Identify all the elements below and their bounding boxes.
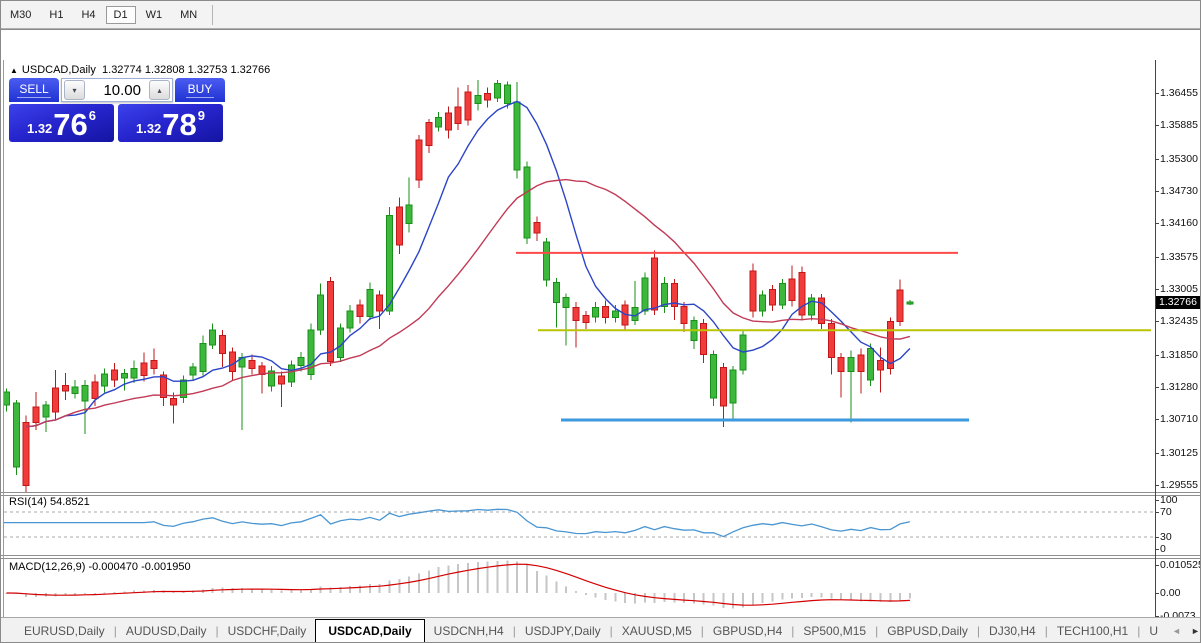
rsi-axis-label: 70	[1160, 506, 1172, 518]
rsi-indicator-chart[interactable]	[4, 494, 1155, 555]
price-axis-tick	[1155, 419, 1159, 420]
macd-axis-tick	[1155, 593, 1159, 594]
price-axis-label: 1.36455	[1160, 87, 1198, 99]
price-axis-tick	[1155, 159, 1159, 160]
rsi-line	[4, 509, 910, 536]
price-axis-tick	[1155, 223, 1159, 224]
price-axis-tick	[1155, 453, 1159, 454]
price-axis-tick	[1155, 125, 1159, 126]
symbol-tab-dj30[interactable]: DJ30,H4	[980, 621, 1045, 641]
chart-left-border	[3, 60, 4, 622]
price-axis-tick	[1155, 289, 1159, 290]
rsi-axis-tick	[1155, 512, 1159, 513]
scroll-right-icon[interactable]: ►	[1186, 624, 1201, 638]
symbol-tab-sp500[interactable]: SP500,M15	[794, 621, 875, 641]
rsi-axis-tick	[1155, 500, 1159, 501]
tab-scroll-arrows: ◄►	[1167, 624, 1201, 638]
current-price-tag: 1.32766	[1156, 296, 1201, 309]
price-axis-tick	[1155, 355, 1159, 356]
panel-separator[interactable]	[1, 492, 1201, 493]
rsi-axis-tick	[1155, 537, 1159, 538]
ma-slow-line	[26, 180, 910, 427]
price-axis-label: 1.35885	[1160, 119, 1198, 131]
price-axis-label: 1.34730	[1160, 185, 1198, 197]
macd-axis-label: 0.00	[1160, 587, 1180, 599]
macd-indicator-chart[interactable]	[4, 559, 1155, 622]
rsi-axis-label: 100	[1160, 494, 1178, 506]
ma-fast-line	[26, 101, 910, 427]
panel-separator	[1, 558, 1201, 559]
price-axis-label: 1.32435	[1160, 315, 1198, 327]
toolbar-divider	[212, 5, 213, 25]
price-axis-label: 1.30125	[1160, 447, 1198, 459]
symbol-tab-xauusd[interactable]: XAUUSD,M5	[613, 621, 701, 641]
timeframe-button-w1[interactable]: W1	[138, 6, 171, 24]
price-axis-label: 1.35300	[1160, 153, 1198, 165]
macd-axis-label: 0.010525	[1160, 559, 1201, 571]
price-axis-label: 1.30710	[1160, 413, 1198, 425]
price-axis-tick	[1155, 485, 1159, 486]
price-axis-tick	[1155, 191, 1159, 192]
trading-platform-window: M30H1H4D1W1MN ▲USDCAD,Daily 1.32774 1.32…	[0, 0, 1201, 643]
symbol-tab-gbpusd[interactable]: GBPUSD,Daily	[878, 621, 977, 641]
price-axis-tick	[1155, 257, 1159, 258]
timeframe-button-m30[interactable]: M30	[2, 6, 39, 24]
price-axis-label: 1.29555	[1160, 479, 1198, 491]
main-price-chart[interactable]	[4, 60, 1155, 492]
price-axis-label: 1.31850	[1160, 349, 1198, 361]
symbol-tab-gbpusd[interactable]: GBPUSD,H4	[704, 621, 791, 641]
price-axis-tick	[1155, 93, 1159, 94]
symbol-tab-usdcad[interactable]: USDCAD,Daily	[315, 619, 424, 643]
timeframe-button-h1[interactable]: H1	[41, 6, 71, 24]
symbol-tab-audusd[interactable]: AUDUSD,Daily	[117, 621, 216, 641]
panel-separator[interactable]	[1, 555, 1201, 556]
panel-separator	[1, 495, 1201, 496]
price-axis-label: 1.33575	[1160, 251, 1198, 263]
timeframe-button-d1[interactable]: D1	[106, 6, 136, 24]
timeframe-button-h4[interactable]: H4	[73, 6, 103, 24]
macd-histogram	[6, 561, 911, 609]
price-axis-tick	[1155, 387, 1159, 388]
symbol-tab-bar: EURUSD,Daily|AUDUSD,Daily|USDCHF,DailyUS…	[1, 617, 1201, 643]
chart-window: ▲USDCAD,Daily 1.32774 1.32808 1.32753 1.…	[1, 29, 1201, 617]
macd-axis-tick	[1155, 565, 1159, 566]
symbol-tab-u[interactable]: U	[1140, 621, 1167, 641]
symbol-tab-usdcnh[interactable]: USDCNH,H4	[425, 621, 513, 641]
symbol-tab-usdjpy[interactable]: USDJPY,Daily	[516, 621, 610, 641]
timeframe-button-mn[interactable]: MN	[172, 6, 205, 24]
price-axis-label: 1.33005	[1160, 283, 1198, 295]
candlestick-series	[4, 80, 913, 492]
price-axis-tick	[1155, 321, 1159, 322]
scroll-left-icon[interactable]: ◄	[1167, 624, 1186, 638]
price-axis-label: 1.31280	[1160, 381, 1198, 393]
symbol-tab-tech100[interactable]: TECH100,H1	[1048, 621, 1137, 641]
symbol-tab-eurusd[interactable]: EURUSD,Daily	[15, 621, 114, 641]
price-axis-label: 1.34160	[1160, 217, 1198, 229]
rsi-axis-tick	[1155, 549, 1159, 550]
symbol-tab-usdchf[interactable]: USDCHF,Daily	[219, 621, 316, 641]
rsi-axis-label: 30	[1160, 531, 1172, 543]
timeframe-toolbar: M30H1H4D1W1MN	[1, 1, 1201, 29]
rsi-axis-label: 0	[1160, 543, 1166, 555]
